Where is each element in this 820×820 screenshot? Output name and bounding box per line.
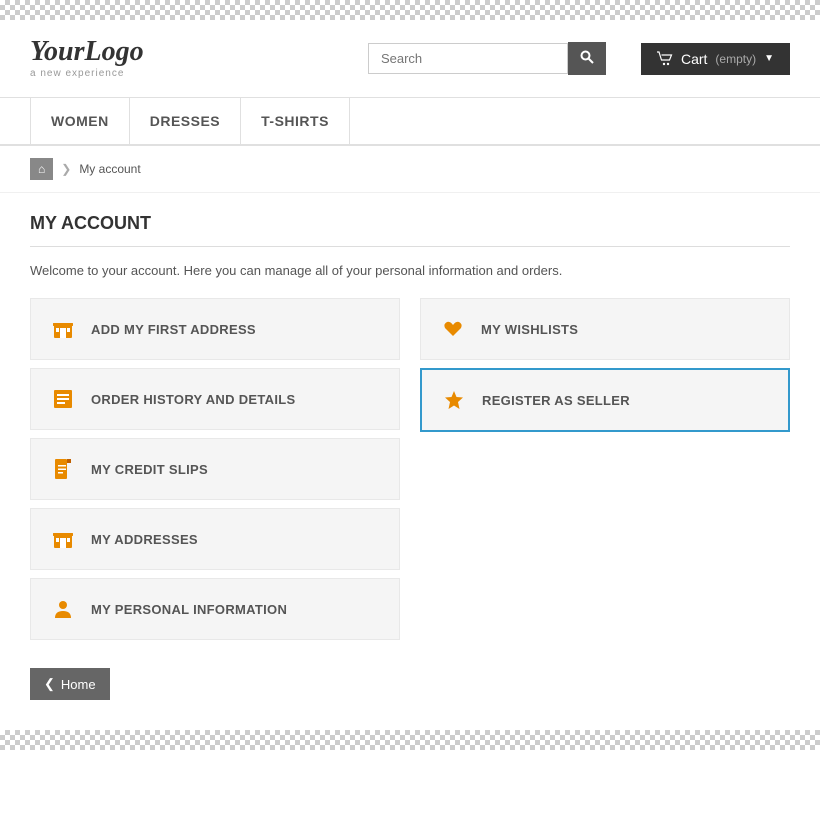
search-icon	[580, 50, 594, 64]
home-button[interactable]: ❮ Home	[30, 668, 110, 700]
cart-button[interactable]: Cart (empty) ▼	[641, 43, 790, 75]
welcome-message: Welcome to your account. Here you can ma…	[30, 263, 790, 278]
register-seller-label: REGISTER AS SELLER	[482, 393, 630, 408]
logo-text: YourLogo	[30, 38, 144, 66]
breadcrumb-current: My account	[79, 162, 140, 176]
order-history-label: ORDER HISTORY AND DETAILS	[91, 392, 295, 407]
star-icon	[440, 386, 468, 414]
add-address-label: ADD MY FIRST ADDRESS	[91, 322, 256, 337]
my-addresses-label: MY ADDRESSES	[91, 532, 198, 547]
breadcrumb-home-icon[interactable]: ⌂	[30, 158, 53, 180]
page-title: MY ACCOUNT	[30, 213, 790, 234]
cart-label: Cart	[681, 51, 707, 67]
account-item-credit-slips[interactable]: MY CREDIT SLIPS	[30, 438, 400, 500]
checker-bottom	[0, 730, 820, 750]
account-item-register-seller[interactable]: REGISTER AS SELLER	[420, 368, 790, 432]
nav-item-tshirts[interactable]: T-SHIRTS	[241, 98, 350, 144]
building-icon	[49, 315, 77, 343]
account-item-my-addresses[interactable]: MY ADDRESSES	[30, 508, 400, 570]
nav-bar: WOMEN DRESSES T-SHIRTS	[0, 98, 820, 146]
checker-top	[0, 0, 820, 20]
home-button-label: Home	[61, 677, 96, 692]
breadcrumb-separator: ❯	[61, 162, 71, 176]
person-icon	[49, 595, 77, 623]
doc-icon	[49, 455, 77, 483]
account-item-wishlists[interactable]: MY WISHLISTS	[420, 298, 790, 360]
credit-slips-label: MY CREDIT SLIPS	[91, 462, 208, 477]
search-button[interactable]	[568, 42, 606, 75]
cart-status: (empty)	[715, 52, 756, 66]
main-content: MY ACCOUNT Welcome to your account. Here…	[0, 193, 820, 730]
nav-item-women[interactable]: WOMEN	[30, 98, 130, 144]
right-column: MY WISHLISTS REGISTER AS SELLER	[420, 298, 790, 648]
search-input[interactable]	[368, 43, 568, 74]
wishlists-label: MY WISHLISTS	[481, 322, 578, 337]
breadcrumb: ⌂ ❯ My account	[0, 146, 820, 193]
logo-area[interactable]: YourLogo a new experience	[30, 38, 144, 79]
account-grid: ADD MY FIRST ADDRESS ORDER HISTORY AND D…	[30, 298, 790, 648]
title-divider	[30, 246, 790, 247]
cart-dropdown-arrow: ▼	[764, 53, 774, 64]
logo-subtitle: a new experience	[30, 68, 144, 79]
home-icon: ⌂	[38, 162, 45, 176]
header: YourLogo a new experience Cart (empty) ▼	[0, 20, 820, 98]
account-item-personal-info[interactable]: MY PERSONAL INFORMATION	[30, 578, 400, 640]
left-column: ADD MY FIRST ADDRESS ORDER HISTORY AND D…	[30, 298, 400, 648]
building2-icon	[49, 525, 77, 553]
account-item-add-address[interactable]: ADD MY FIRST ADDRESS	[30, 298, 400, 360]
home-arrow-icon: ❮	[44, 676, 55, 692]
cart-icon	[657, 51, 673, 67]
heart-icon	[439, 315, 467, 343]
list-icon	[49, 385, 77, 413]
account-item-order-history[interactable]: ORDER HISTORY AND DETAILS	[30, 368, 400, 430]
search-area	[368, 42, 606, 75]
nav-item-dresses[interactable]: DRESSES	[130, 98, 241, 144]
personal-info-label: MY PERSONAL INFORMATION	[91, 602, 287, 617]
